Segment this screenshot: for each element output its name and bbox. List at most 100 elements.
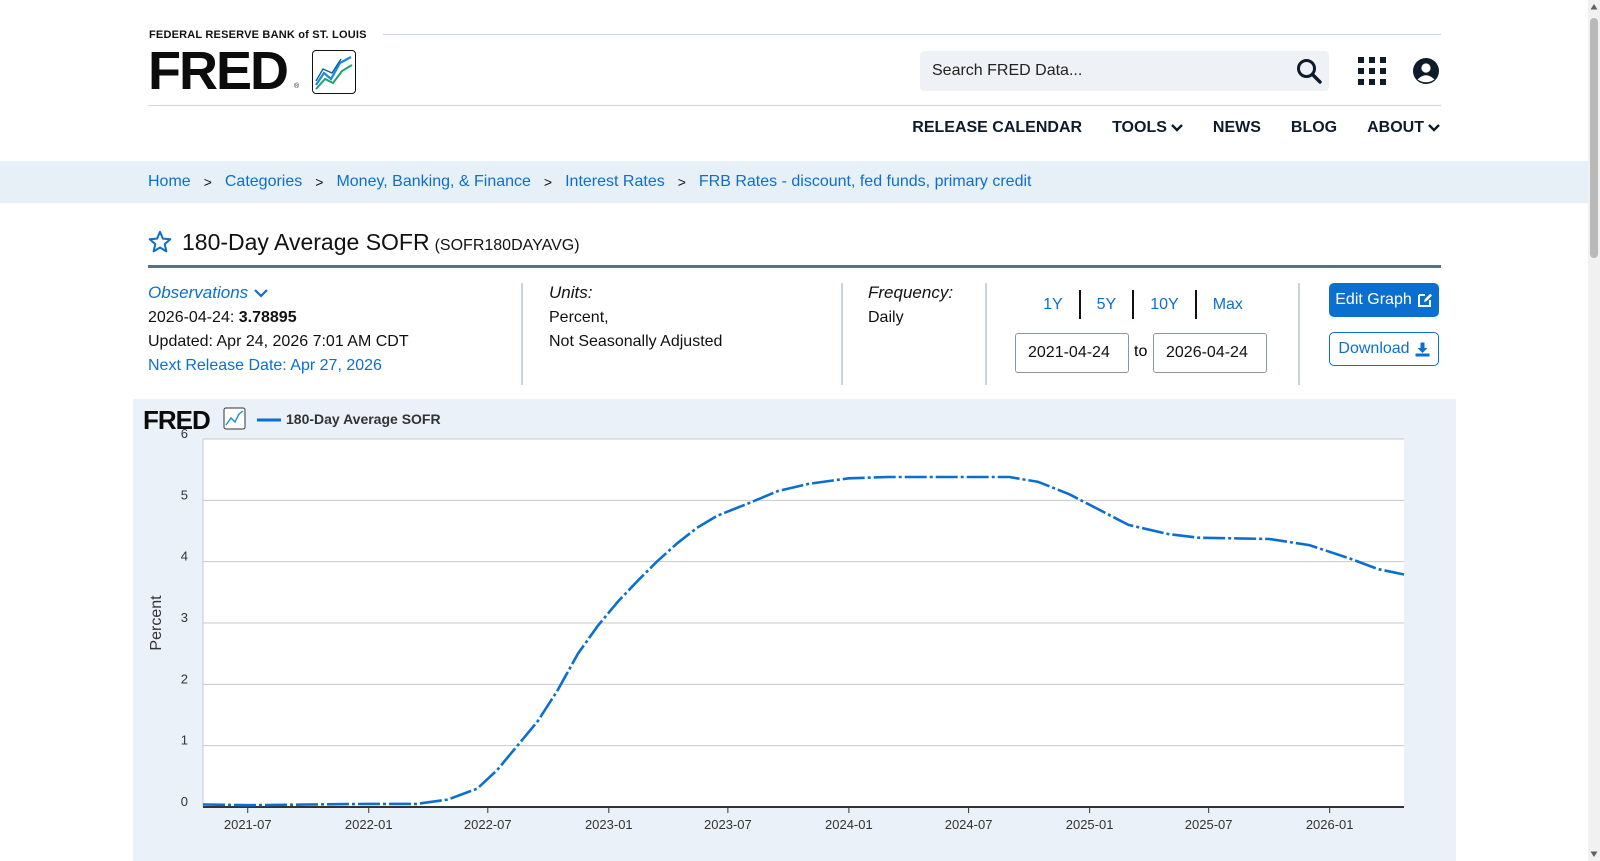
range-buttons: 1Y 5Y 10Y Max <box>1002 290 1284 319</box>
nav-tools[interactable]: TOOLS <box>1112 119 1183 137</box>
scroll-down-arrow-icon[interactable] <box>1590 850 1598 858</box>
breadcrumb-home[interactable]: Home <box>148 173 191 191</box>
nav-release-calendar[interactable]: RELEASE CALENDAR <box>912 119 1082 137</box>
chevron-down-icon <box>1428 124 1440 132</box>
observations-panel: Observations 2026-04-24: 3.78895 Updated… <box>148 283 510 375</box>
logo-wordmark: FRED <box>148 41 289 101</box>
breadcrumb-separator: > <box>315 174 324 190</box>
nav-label: NEWS <box>1212 119 1261 136</box>
latest-observation: 2026-04-24: 3.78895 <box>148 309 510 327</box>
y-tick-label: 2 <box>181 671 188 686</box>
breadcrumb-bar: Home > Categories > Money, Banking, & Fi… <box>0 161 1588 203</box>
x-tick-label: 2023-07 <box>704 817 752 832</box>
x-tick-label: 2024-07 <box>945 817 993 832</box>
breadcrumb-frb-rates[interactable]: FRB Rates - discount, fed funds, primary… <box>699 173 1032 191</box>
edit-icon <box>1417 293 1432 307</box>
x-tick-label: 2025-07 <box>1185 817 1233 832</box>
y-tick-label: 5 <box>181 487 188 502</box>
star-favorite-icon[interactable] <box>148 230 172 254</box>
fred-logo[interactable]: FEDERAL RESERVE BANK of ST. LOUIS FRED ® <box>148 28 380 98</box>
x-tick-label: 2022-07 <box>464 817 512 832</box>
y-axis-label: Percent <box>148 595 165 651</box>
meta-divider <box>985 283 987 385</box>
download-button[interactable]: Download <box>1329 332 1439 366</box>
nav-news[interactable]: NEWS <box>1213 119 1261 137</box>
frequency-value: Daily <box>868 309 904 326</box>
page-title: 180-Day Average SOFR <box>182 229 430 255</box>
frequency-label: Frequency: <box>868 283 954 302</box>
meta-divider <box>1298 283 1300 385</box>
units-panel: Units: Percent, Not Seasonally Adjusted <box>549 283 722 351</box>
nav-label: ABOUT <box>1367 119 1424 136</box>
observations-toggle-label: Observations <box>148 283 249 302</box>
site-header: FEDERAL RESERVE BANK of ST. LOUIS FRED ® <box>0 0 1600 158</box>
header-mid-rule <box>148 105 1441 106</box>
range-max-button[interactable]: Max <box>1194 290 1259 319</box>
x-tick-label: 2026-01 <box>1306 817 1354 832</box>
breadcrumb-separator: > <box>677 174 686 190</box>
nav-label: BLOG <box>1290 119 1338 136</box>
user-account-icon[interactable] <box>1412 57 1440 85</box>
breadcrumb: Home > Categories > Money, Banking, & Fi… <box>148 173 1031 191</box>
scroll-up-arrow-icon[interactable] <box>1590 3 1598 11</box>
download-icon <box>1415 342 1430 356</box>
x-tick-label: 2021-07 <box>224 817 272 832</box>
y-tick-label: 3 <box>181 610 188 625</box>
next-release-link[interactable]: Next Release Date: Apr 27, 2026 <box>148 357 510 375</box>
updated-text: Updated: Apr 24, 2026 7:01 AM CDT <box>148 333 409 350</box>
observation-value: 3.78895 <box>238 309 297 326</box>
edit-graph-label: Edit Graph <box>1335 291 1412 308</box>
end-date-input[interactable] <box>1153 333 1267 373</box>
chevron-down-icon <box>254 288 268 298</box>
units-line-1: Percent, <box>549 309 609 326</box>
search-icon[interactable] <box>1296 58 1322 84</box>
to-label: to <box>1134 343 1148 360</box>
series-chart[interactable]: FRED 180-Day Average SOFR 0 1 2 3 4 5 6 2021-07… <box>133 399 1456 861</box>
observations-toggle[interactable]: Observations <box>148 283 510 303</box>
breadcrumb-separator: > <box>203 174 212 190</box>
frequency-panel: Frequency: Daily <box>868 283 953 327</box>
x-tick-label: 2025-01 <box>1066 817 1114 832</box>
y-tick-label: 6 <box>181 426 188 441</box>
units-label: Units: <box>549 283 593 302</box>
chart-panel: FRED 180-Day Average SOFR 0 1 2 3 4 5 6 2021-07… <box>133 399 1456 861</box>
chart-fred-logo: FRED <box>143 405 210 435</box>
y-tick-label: 4 <box>181 549 188 564</box>
x-tick-label: 2024-01 <box>825 817 873 832</box>
x-tick-label: 2022-01 <box>345 817 393 832</box>
nav-about[interactable]: ABOUT <box>1367 119 1440 137</box>
main-nav: RELEASE CALENDAR TOOLS NEWS BLOG ABOUT <box>882 119 1440 137</box>
page-scrollbar[interactable] <box>1588 0 1600 861</box>
edit-graph-button[interactable]: Edit Graph <box>1329 283 1439 317</box>
title-rule <box>148 265 1441 268</box>
chevron-down-icon <box>1171 124 1183 132</box>
download-label: Download <box>1338 340 1410 357</box>
search-bar <box>920 51 1329 91</box>
legend-label: 180-Day Average SOFR <box>286 411 441 427</box>
breadcrumb-categories[interactable]: Categories <box>225 173 302 191</box>
start-date-input[interactable] <box>1015 333 1129 373</box>
apps-grid-icon[interactable] <box>1358 57 1386 85</box>
nav-blog[interactable]: BLOG <box>1291 119 1337 137</box>
range-10y-button[interactable]: 10Y <box>1132 290 1194 319</box>
y-tick-label: 1 <box>181 733 188 748</box>
breadcrumb-interest-rates[interactable]: Interest Rates <box>565 173 665 191</box>
logo-registered-mark: ® <box>294 83 300 90</box>
x-tick-label: 2023-01 <box>585 817 633 832</box>
header-top-rule <box>383 34 1441 35</box>
logo-chart-icon <box>312 50 356 94</box>
units-line-2: Not Seasonally Adjusted <box>549 333 723 350</box>
logo-subtitle: FEDERAL RESERVE BANK of ST. LOUIS <box>149 29 367 41</box>
range-5y-button[interactable]: 5Y <box>1078 290 1133 319</box>
range-1y-button[interactable]: 1Y <box>1027 290 1079 319</box>
breadcrumb-separator: > <box>543 174 553 190</box>
breadcrumb-money-banking[interactable]: Money, Banking, & Finance <box>336 173 530 191</box>
scrollbar-thumb[interactable] <box>1590 18 1598 258</box>
search-input[interactable] <box>920 51 1280 91</box>
series-id: (SOFR180DAYAVG) <box>434 237 580 254</box>
nav-label: RELEASE CALENDAR <box>912 119 1083 136</box>
y-tick-label: 0 <box>181 794 188 809</box>
series-title-row: 180-Day Average SOFR (SOFR180DAYAVG) <box>148 226 580 256</box>
nav-label: TOOLS <box>1112 119 1167 136</box>
meta-divider <box>521 283 523 385</box>
